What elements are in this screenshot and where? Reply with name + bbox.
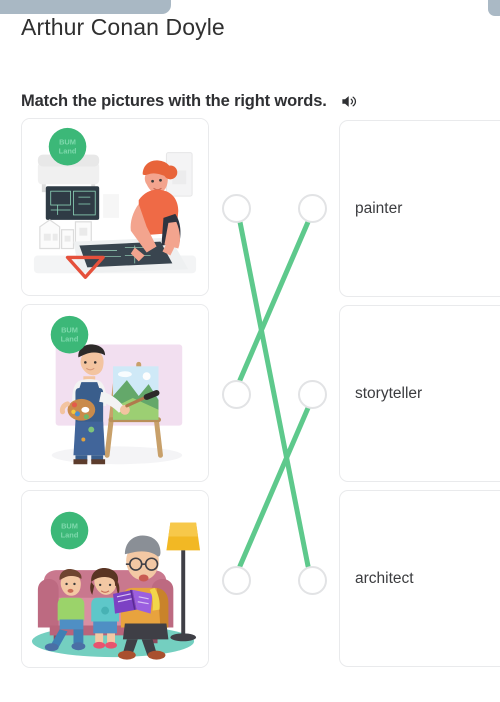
top-left-chrome-tab[interactable] bbox=[0, 0, 171, 14]
architect-illustration: BUM Land bbox=[22, 119, 208, 295]
svg-text:Land: Land bbox=[59, 147, 77, 156]
dot-picture-1[interactable] bbox=[221, 193, 251, 223]
dot-word-2[interactable] bbox=[297, 379, 327, 409]
watermark-bum-land: BUM Land bbox=[50, 511, 89, 550]
dot-word-1[interactable] bbox=[297, 193, 327, 223]
dot-word-3[interactable] bbox=[297, 565, 327, 595]
svg-text:BUM: BUM bbox=[61, 522, 78, 531]
picture-card-storyteller[interactable]: BUM Land bbox=[21, 490, 209, 668]
dot-picture-2[interactable] bbox=[221, 379, 251, 409]
picture-card-painter[interactable]: BUM Land bbox=[21, 304, 209, 482]
storyteller-illustration: BUM Land bbox=[22, 491, 208, 667]
prompt-instruction: Match the pictures with the right words. bbox=[21, 92, 327, 110]
watermark-bum-land: BUM Land bbox=[50, 315, 89, 354]
word-card-painter[interactable]: painter bbox=[339, 120, 500, 297]
painter-illustration: BUM Land bbox=[22, 305, 208, 481]
svg-text:Land: Land bbox=[61, 530, 79, 539]
svg-text:BUM: BUM bbox=[61, 326, 78, 335]
svg-text:Land: Land bbox=[61, 335, 79, 344]
dot-picture-3[interactable] bbox=[221, 565, 251, 595]
word-card-storyteller[interactable]: storyteller bbox=[339, 305, 500, 482]
words-column: painter storyteller architect bbox=[339, 120, 500, 667]
word-label: storyteller bbox=[355, 384, 423, 402]
word-label: painter bbox=[355, 199, 403, 217]
speaker-icon[interactable] bbox=[340, 92, 359, 111]
page-title: Arthur Conan Doyle bbox=[21, 14, 225, 40]
word-label: architect bbox=[355, 569, 414, 587]
pictures-column: BUM Land BUM Land BUM Land bbox=[21, 118, 209, 668]
svg-text:BUM: BUM bbox=[59, 138, 76, 147]
prompt-row: Match the pictures with the right words. bbox=[21, 92, 359, 111]
exercise-page: Arthur Conan Doyle Match the pictures wi… bbox=[0, 0, 500, 702]
picture-card-architect[interactable]: BUM Land bbox=[21, 118, 209, 296]
watermark-bum-land: BUM Land bbox=[48, 127, 87, 166]
top-right-chrome-tab[interactable] bbox=[488, 0, 500, 16]
word-card-architect[interactable]: architect bbox=[339, 490, 500, 667]
